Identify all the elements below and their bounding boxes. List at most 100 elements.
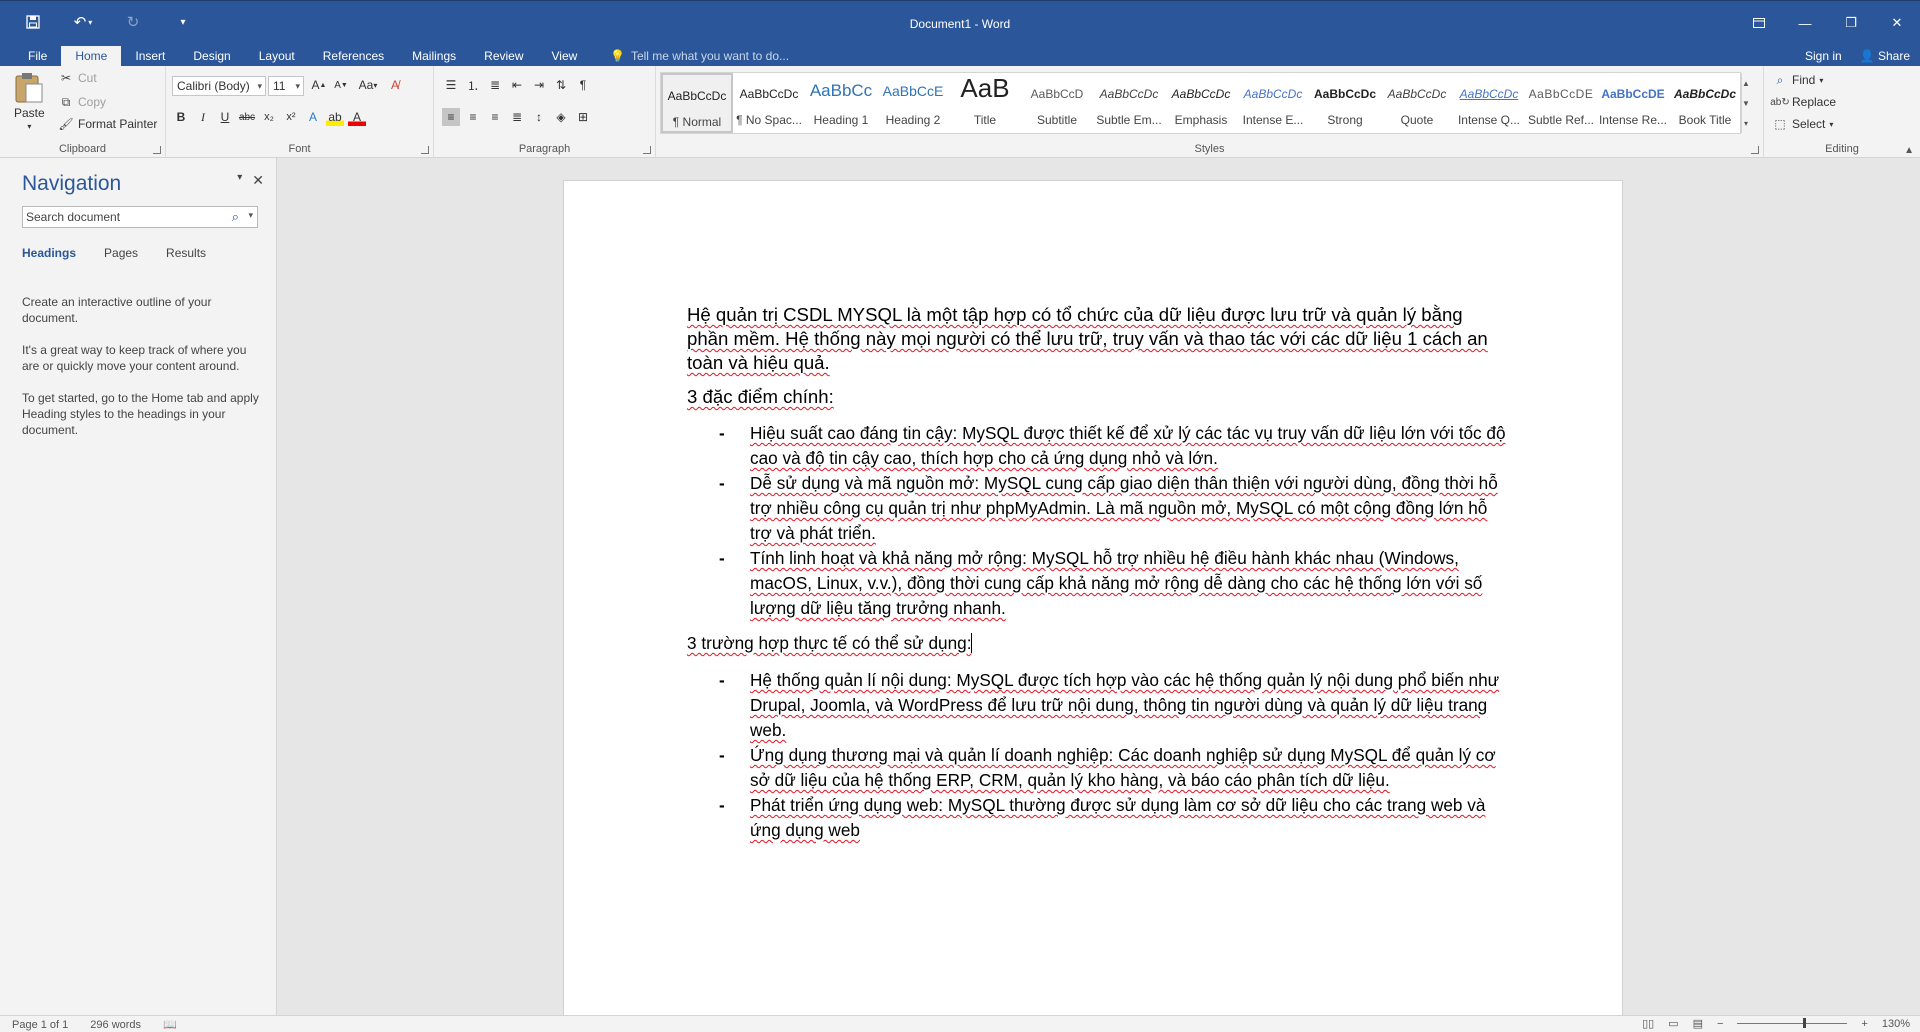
- word-count[interactable]: 296 words: [90, 1019, 141, 1031]
- tab-insert[interactable]: Insert: [121, 46, 179, 66]
- zoom-out-icon[interactable]: −: [1717, 1018, 1723, 1030]
- share-button[interactable]: 👤 Share: [1860, 46, 1910, 66]
- tab-review[interactable]: Review: [470, 46, 537, 66]
- tab-home[interactable]: Home: [61, 46, 122, 66]
- find-button[interactable]: ⌕ Find ▾: [1772, 72, 1824, 88]
- nav-tab-headings[interactable]: Headings: [22, 246, 76, 260]
- change-case-button[interactable]: Aa ▾: [354, 76, 382, 94]
- minimize-icon[interactable]: —: [1782, 9, 1828, 37]
- tab-layout[interactable]: Layout: [245, 46, 309, 66]
- text-effects-icon[interactable]: A: [304, 108, 322, 126]
- font-name-combo[interactable]: Calibri (Body): [172, 76, 266, 96]
- grow-font-icon[interactable]: A ▲: [310, 76, 328, 94]
- nav-help-paragraph: To get started, go to the Home tab and a…: [22, 391, 259, 437]
- nav-tab-pages[interactable]: Pages: [104, 246, 138, 260]
- multilevel-list-icon[interactable]: ≣: [486, 76, 504, 94]
- tell-me-box[interactable]: 💡 Tell me what you want to do...: [610, 46, 789, 66]
- subscript-icon[interactable]: x₂: [260, 108, 278, 126]
- style-item[interactable]: AaBbCcDc Quote: [1381, 73, 1453, 133]
- align-right-icon[interactable]: ≡: [486, 108, 504, 126]
- style-item[interactable]: AaBbCcDc Subtle Em...: [1093, 73, 1165, 133]
- align-center-icon[interactable]: ≡: [464, 108, 482, 126]
- search-document-input[interactable]: [23, 207, 219, 227]
- superscript-icon[interactable]: x²: [282, 108, 300, 126]
- shading-icon[interactable]: ◈: [552, 108, 570, 126]
- style-item[interactable]: AaBbCcDc Intense Q...: [1453, 73, 1525, 133]
- clipboard-launcher-icon[interactable]: [153, 146, 161, 154]
- style-item[interactable]: AaBbCcDc Intense E...: [1237, 73, 1309, 133]
- borders-icon[interactable]: ⊞: [574, 108, 592, 126]
- zoom-slider[interactable]: [1737, 1018, 1848, 1028]
- cut-button[interactable]: ✂ Cut: [58, 70, 97, 86]
- copy-button[interactable]: ⧉ Copy: [58, 94, 106, 110]
- font-launcher-icon[interactable]: [421, 146, 429, 154]
- proofing-icon[interactable]: 📖: [163, 1018, 177, 1031]
- style-name: Subtle Ref...: [1527, 113, 1595, 127]
- search-options-icon[interactable]: ▾: [248, 210, 253, 221]
- shrink-font-icon[interactable]: A ▼: [332, 76, 350, 94]
- style-item[interactable]: AaBbCcDc ¶ Normal: [661, 73, 733, 133]
- style-item[interactable]: AaB Title: [949, 73, 1021, 133]
- line-spacing-icon[interactable]: ↕: [530, 108, 548, 126]
- style-item[interactable]: AaBbCcDc Emphasis: [1165, 73, 1237, 133]
- document-page[interactable]: Hệ quản trị CSDL MYSQL là một tập hợp có…: [563, 180, 1623, 1015]
- style-item[interactable]: AaBbCcDc Book Title: [1669, 73, 1741, 133]
- style-item[interactable]: AaBbCcDE Subtle Ref...: [1525, 73, 1597, 133]
- style-item[interactable]: AaBbCc Heading 1: [805, 73, 877, 133]
- read-mode-icon[interactable]: ▯▯: [1642, 1017, 1654, 1030]
- gallery-down-icon[interactable]: ▼: [1742, 99, 1750, 108]
- sign-in-link[interactable]: Sign in: [1805, 46, 1842, 66]
- highlight-icon[interactable]: ab: [326, 108, 344, 126]
- paragraph-launcher-icon[interactable]: [643, 146, 651, 154]
- zoom-level[interactable]: 130%: [1882, 1018, 1910, 1030]
- style-sample: AaBbCcE: [882, 83, 944, 99]
- close-icon[interactable]: ✕: [1874, 9, 1920, 37]
- gallery-up-icon[interactable]: ▲: [1742, 79, 1750, 88]
- zoom-thumb[interactable]: [1803, 1018, 1807, 1028]
- style-item[interactable]: AaBbCcDc ¶ No Spac...: [733, 73, 805, 133]
- select-button[interactable]: ⬚ Select ▾: [1772, 116, 1833, 132]
- font-size-combo[interactable]: 11: [268, 76, 304, 96]
- collapse-ribbon-icon[interactable]: ▲: [1904, 145, 1914, 156]
- align-left-icon[interactable]: ≡: [442, 108, 460, 126]
- gallery-more-icon[interactable]: ▾: [1744, 119, 1748, 128]
- bold-icon[interactable]: B: [172, 108, 190, 126]
- page-count[interactable]: Page 1 of 1: [12, 1019, 68, 1031]
- italic-icon[interactable]: I: [194, 108, 212, 126]
- style-item[interactable]: AaBbCcD Subtitle: [1021, 73, 1093, 133]
- font-color-icon[interactable]: A: [348, 108, 366, 126]
- styles-launcher-icon[interactable]: [1751, 146, 1759, 154]
- style-item[interactable]: AaBbCcDE Intense Re...: [1597, 73, 1669, 133]
- tab-file[interactable]: File: [14, 46, 61, 66]
- tab-references[interactable]: References: [309, 46, 398, 66]
- tab-mailings[interactable]: Mailings: [398, 46, 470, 66]
- replace-button[interactable]: ab↻ Replace: [1770, 94, 1836, 110]
- tab-view[interactable]: View: [538, 46, 592, 66]
- show-marks-icon[interactable]: ¶: [574, 76, 592, 94]
- underline-icon[interactable]: U: [216, 108, 234, 126]
- web-layout-icon[interactable]: ▤: [1693, 1017, 1703, 1030]
- strikethrough-icon[interactable]: abc: [238, 108, 256, 126]
- sort-icon[interactable]: ⇅: [552, 76, 570, 94]
- decrease-indent-icon[interactable]: ⇤: [508, 76, 526, 94]
- bullets-icon[interactable]: ☰: [442, 76, 460, 94]
- zoom-in-icon[interactable]: +: [1861, 1018, 1867, 1030]
- increase-indent-icon[interactable]: ⇥: [530, 76, 548, 94]
- pane-options-icon[interactable]: ▾: [237, 172, 242, 189]
- document-area[interactable]: Hệ quản trị CSDL MYSQL là một tập hợp có…: [278, 158, 1920, 1015]
- restore-icon[interactable]: ❐: [1828, 9, 1874, 37]
- style-item[interactable]: AaBbCcE Heading 2: [877, 73, 949, 133]
- print-layout-icon[interactable]: ▭: [1668, 1017, 1678, 1030]
- numbering-icon[interactable]: ⒈: [464, 76, 482, 94]
- nav-tab-results[interactable]: Results: [166, 246, 206, 260]
- justify-icon[interactable]: ≣: [508, 108, 526, 126]
- style-item[interactable]: AaBbCcDc Strong: [1309, 73, 1381, 133]
- document-body[interactable]: Hệ quản trị CSDL MYSQL là một tập hợp có…: [687, 303, 1507, 843]
- close-pane-icon[interactable]: ✕: [252, 172, 264, 189]
- tab-design[interactable]: Design: [179, 46, 244, 66]
- format-painter-button[interactable]: 🖌 Format Painter: [58, 116, 157, 132]
- search-icon[interactable]: ⌕: [232, 209, 239, 225]
- ribbon-display-icon[interactable]: [1736, 9, 1782, 37]
- clear-formatting-icon[interactable]: A̸: [386, 76, 404, 94]
- paste-button[interactable]: Paste ▾: [14, 72, 45, 131]
